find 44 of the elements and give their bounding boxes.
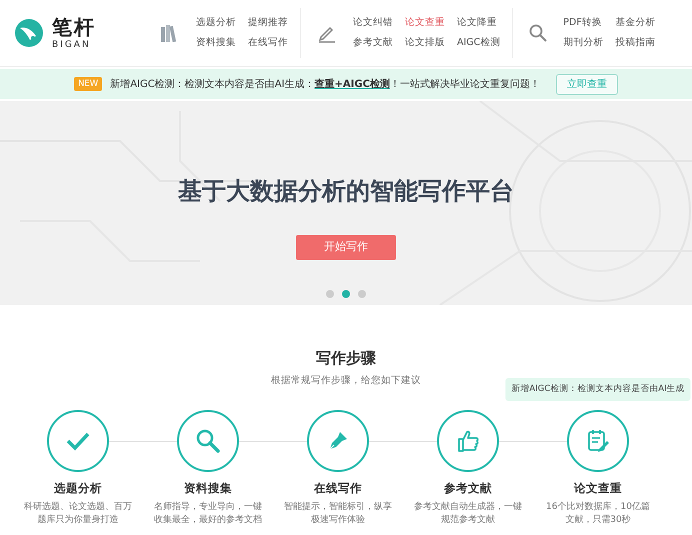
- hero-title: 基于大数据分析的智能写作平台: [178, 176, 514, 207]
- nav-link[interactable]: 资料搜集: [196, 36, 236, 50]
- logo-text: 笔杆: [52, 16, 96, 36]
- step-description: 题库只为你量身打造: [36, 514, 120, 528]
- new-badge: NEW: [74, 76, 102, 92]
- step-description: 参考文献自动生成器，一键: [414, 501, 522, 514]
- search-icon: [529, 24, 548, 42]
- step-description: 极速写作体验: [310, 514, 366, 528]
- nav-link[interactable]: 论文纠错: [353, 16, 393, 30]
- search-icon: [196, 429, 220, 454]
- nav-link[interactable]: 期刊分析: [563, 36, 604, 50]
- step-description: 名师指导，专业导向，一键: [154, 501, 262, 514]
- step-description: 收集最全，最好的参考文档: [154, 514, 262, 528]
- tooltip: 新增AIGC检测：检测文本内容是否由AI生成: [505, 378, 691, 402]
- step-title: 选题分析: [54, 482, 102, 496]
- thumbs-up-icon: [457, 429, 479, 454]
- nav-link[interactable]: 选题分析: [196, 16, 236, 30]
- section-subtitle: 根据常规写作步骤，给您如下建议: [271, 375, 421, 386]
- nav-link[interactable]: 基金分析: [615, 16, 656, 30]
- logo-subtitle: BIGAN: [52, 40, 92, 50]
- nav-link[interactable]: 论文排版: [405, 36, 445, 50]
- check-icon: [66, 431, 90, 452]
- step-description: 科研选题、论文选题、百万: [24, 501, 132, 514]
- section-title: 写作步骤: [316, 349, 376, 367]
- step-description: 智能提示，智能标引，纵享: [284, 501, 392, 514]
- announcement-link[interactable]: 查重+AIGC检测: [314, 78, 390, 90]
- nav-link[interactable]: 论文降重: [457, 16, 500, 30]
- step-title: 论文查重: [574, 482, 622, 496]
- nav-link[interactable]: 参考文献: [353, 36, 393, 50]
- nav-link[interactable]: AIGC检测: [457, 36, 500, 50]
- nav-link[interactable]: 提纲推荐: [248, 16, 288, 30]
- nav-link[interactable]: 投稿指南: [615, 36, 656, 50]
- notepad-icon: [586, 429, 610, 454]
- nav-link[interactable]: 论文查重: [405, 16, 445, 30]
- logo-icon: [14, 18, 44, 48]
- step-description: 文献，只需30秒: [564, 514, 632, 528]
- step-title: 在线写作: [314, 482, 362, 496]
- step-title: 资料搜集: [184, 482, 232, 496]
- nav-link[interactable]: PDF转换: [563, 16, 604, 30]
- nav-link[interactable]: 在线写作: [248, 36, 288, 50]
- step-title: 参考文献: [444, 482, 492, 496]
- announcement-text: 新增AIGC检测：检测文本内容是否由AI生成：查重+AIGC检测！一站式解决毕业论文重复问题！: [110, 78, 540, 92]
- step-description: 16个比对数据库，10亿篇: [546, 501, 650, 514]
- step-description: 规范参考文献: [440, 514, 496, 528]
